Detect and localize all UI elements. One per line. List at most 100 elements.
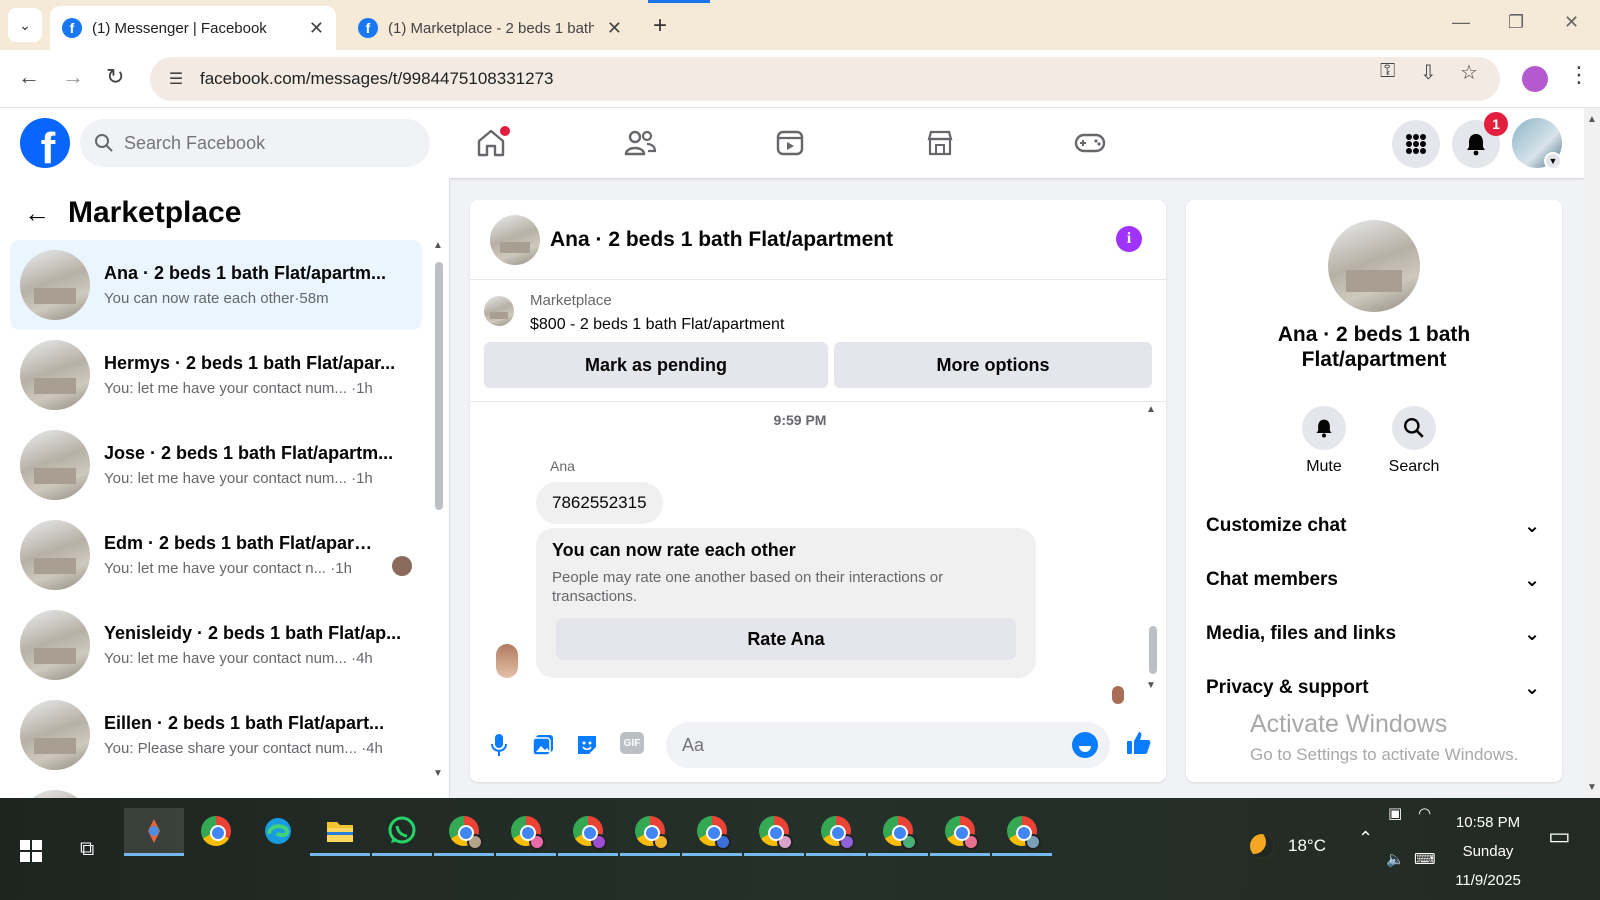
taskbar-chrome-profile-8[interactable] [868, 808, 928, 856]
conversation-item[interactable]: Edm · 2 beds 1 bath Flat/apart... You: l… [10, 510, 422, 600]
install-app-icon[interactable]: ⇩ [1420, 60, 1437, 85]
search-input[interactable] [124, 132, 404, 154]
start-button[interactable] [20, 840, 42, 862]
new-tab-button[interactable]: + [653, 12, 667, 40]
reload-button[interactable]: ↻ [106, 64, 124, 90]
browser-menu-icon[interactable]: ⋮ [1568, 62, 1590, 88]
listing-price[interactable]: $800 - 2 beds 1 bath Flat/apartment [530, 316, 784, 334]
taskbar-edge[interactable] [248, 808, 308, 854]
section-privacy-support[interactable]: Privacy & support ⌄ [1206, 668, 1540, 708]
taskbar-chrome-profile-4[interactable] [620, 808, 680, 856]
mute-button[interactable]: Mute [1294, 406, 1354, 476]
chat-title[interactable]: Ana · 2 beds 1 bath Flat/apartment [550, 228, 893, 252]
chevron-down-icon[interactable]: ▼ [1544, 152, 1562, 170]
show-hidden-icons-chevron-up-icon[interactable]: ⌃ [1358, 828, 1373, 849]
weather-widget[interactable]: 18°C [1250, 834, 1326, 858]
site-info-icon[interactable]: ☰ [164, 67, 188, 91]
scrollbar-thumb[interactable] [435, 262, 443, 510]
chat-scrollbar[interactable]: ▲ ▼ [1146, 404, 1160, 694]
taskbar-chrome-profile-3[interactable] [558, 808, 618, 856]
system-clock[interactable]: 10:58 PM Sunday 11/9/2025 [1440, 808, 1536, 895]
scroll-up-icon[interactable]: ▲ [1587, 114, 1597, 125]
scroll-up-icon[interactable]: ▲ [433, 240, 443, 251]
nav-video[interactable] [767, 120, 813, 166]
taskbar-chrome-profile-5[interactable] [682, 808, 742, 856]
sticker-button[interactable] [574, 732, 600, 758]
meet-now-icon[interactable]: ▣ [1388, 804, 1402, 822]
mark-as-pending-button[interactable]: Mark as pending [484, 342, 828, 388]
scroll-down-icon[interactable]: ▼ [433, 768, 443, 779]
section-chat-members[interactable]: Chat members ⌄ [1206, 560, 1540, 600]
conversation-item[interactable] [10, 780, 422, 798]
facebook-search[interactable] [80, 119, 430, 167]
info-avatar[interactable] [1328, 220, 1420, 312]
gif-button[interactable]: GIF [620, 732, 644, 754]
scroll-down-icon[interactable]: ▼ [1587, 782, 1597, 793]
task-view-icon[interactable]: ⧉ [80, 838, 94, 861]
minimize-button[interactable]: — [1452, 12, 1470, 33]
sidebar-scrollbar[interactable]: ▲ ▼ [432, 240, 444, 790]
back-button[interactable]: ← [18, 64, 40, 90]
section-customize-chat[interactable]: Customize chat ⌄ [1206, 506, 1540, 546]
sender-avatar[interactable] [496, 644, 518, 678]
attach-photo-button[interactable] [530, 732, 556, 758]
scroll-down-icon[interactable]: ▼ [1146, 680, 1156, 691]
tab-messenger[interactable]: f (1) Messenger | Facebook ✕ [50, 6, 336, 50]
conversation-item[interactable]: Jose · 2 beds 1 bath Flat/apartm... You:… [10, 420, 422, 510]
scrollbar-thumb[interactable] [1149, 626, 1157, 674]
url-text[interactable]: facebook.com/messages/t/9984475108331273 [200, 69, 553, 89]
taskbar-chrome-profile-9[interactable] [930, 808, 990, 856]
volume-icon[interactable]: 🔈 [1386, 850, 1405, 868]
conversation-item[interactable]: Ana · 2 beds 1 bath Flat/apartm... You c… [10, 240, 422, 330]
taskbar-chrome-profile-7[interactable] [806, 808, 866, 856]
conversation-item[interactable]: Eillen · 2 beds 1 bath Flat/apart... You… [10, 690, 422, 780]
listing-thumbnail[interactable] [484, 296, 514, 326]
rate-ana-button[interactable]: Rate Ana [556, 618, 1016, 660]
taskbar-chrome-profile-6[interactable] [744, 808, 804, 856]
more-options-button[interactable]: More options [834, 342, 1152, 388]
close-window-button[interactable]: ✕ [1564, 12, 1579, 33]
scroll-up-icon[interactable]: ▲ [1146, 404, 1156, 415]
tab-marketplace[interactable]: f (1) Marketplace - 2 beds 1 bath ✕ [346, 6, 634, 50]
back-arrow-icon[interactable]: ← [24, 198, 50, 229]
address-bar[interactable]: ☰ facebook.com/messages/t/99844751083312… [150, 57, 1500, 101]
info-icon[interactable]: i [1116, 226, 1142, 252]
windows-taskbar: ⧉ 18°C ⌃ ▣ ◠ 🔈 ⌨ 10:58 PM Sunday 11/9/20… [0, 798, 1600, 900]
taskbar-file-explorer[interactable] [310, 808, 370, 856]
section-media-files[interactable]: Media, files and links ⌄ [1206, 614, 1540, 654]
taskbar-app-active[interactable] [124, 808, 184, 856]
taskbar-chrome-profile-2[interactable] [496, 808, 556, 856]
taskbar-chrome-profile-10[interactable] [992, 808, 1052, 856]
taskbar-chrome-profile-1[interactable] [434, 808, 494, 856]
close-tab-icon[interactable]: ✕ [309, 18, 324, 39]
browser-profile-avatar[interactable] [1522, 66, 1548, 92]
bookmark-star-icon[interactable]: ☆ [1460, 60, 1478, 85]
facebook-logo[interactable]: f [20, 118, 70, 168]
password-key-icon[interactable]: ⚿ [1380, 60, 1395, 83]
nav-home[interactable] [468, 120, 514, 166]
message-input-wrapper[interactable] [666, 722, 1110, 768]
emoji-icon[interactable] [1072, 732, 1098, 758]
search-in-chat-button[interactable]: Search [1384, 406, 1444, 476]
page-scrollbar[interactable]: ▲ ▼ [1584, 108, 1600, 798]
conversation-item[interactable]: Hermys · 2 beds 1 bath Flat/apar... You:… [10, 330, 422, 420]
menu-button[interactable] [1392, 120, 1440, 168]
message-input[interactable] [682, 734, 1042, 756]
like-button[interactable] [1126, 730, 1152, 756]
message-bubble[interactable]: 7862552315 [536, 482, 663, 524]
restore-button[interactable]: ❐ [1508, 12, 1524, 33]
taskbar-chrome[interactable] [186, 808, 246, 854]
nav-marketplace[interactable] [917, 120, 963, 166]
conversation-item[interactable]: Yenisleidy · 2 beds 1 bath Flat/ap... Yo… [10, 600, 422, 690]
notification-center-icon[interactable]: ▭ [1548, 822, 1571, 851]
voice-clip-button[interactable] [486, 732, 512, 758]
language-icon[interactable]: ⌨ [1414, 850, 1436, 868]
chat-avatar[interactable] [490, 214, 540, 265]
nav-friends[interactable] [617, 120, 663, 166]
nav-gaming[interactable] [1067, 120, 1113, 166]
wifi-icon[interactable]: ◠ [1418, 804, 1431, 822]
taskbar-whatsapp[interactable] [372, 808, 432, 856]
close-tab-icon[interactable]: ✕ [607, 18, 622, 39]
forward-button[interactable]: → [62, 64, 84, 90]
tab-search-button[interactable]: ⌄ [8, 8, 42, 42]
